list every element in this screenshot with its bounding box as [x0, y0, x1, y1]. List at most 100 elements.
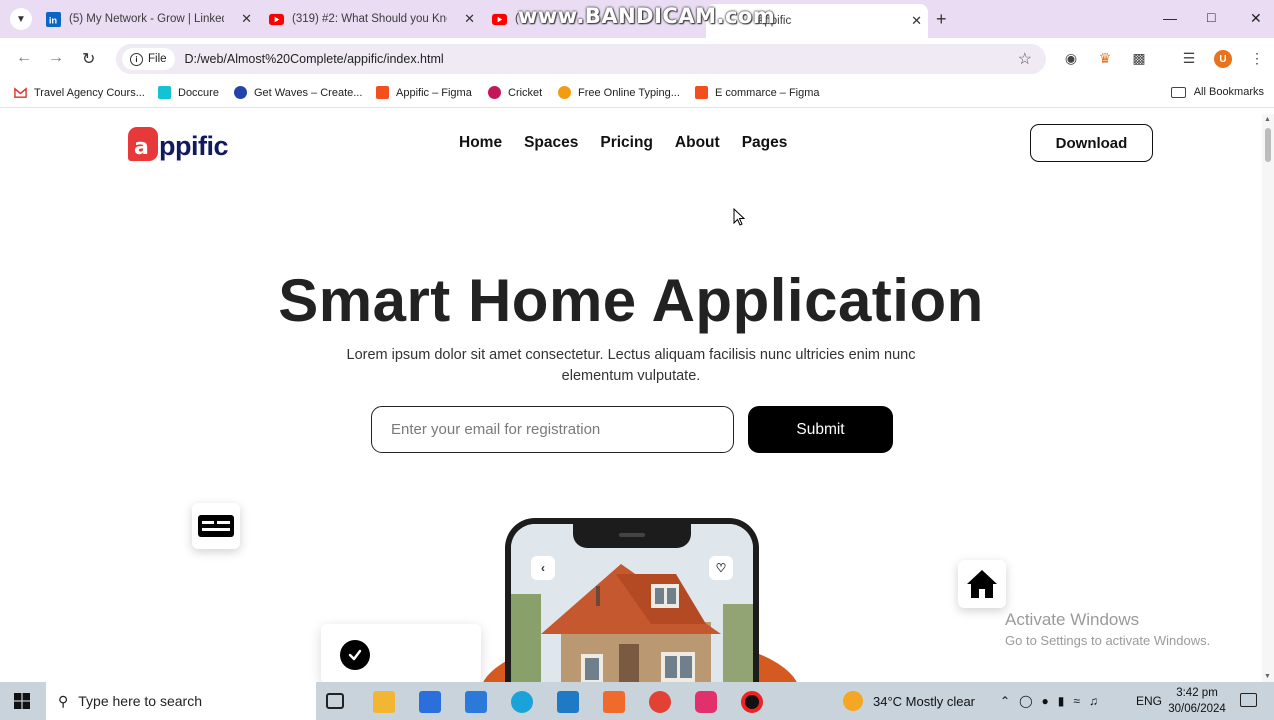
xampp-icon[interactable]	[603, 691, 625, 713]
download-button[interactable]: Download	[1030, 124, 1153, 162]
more-menu-icon[interactable]: ⋮	[1248, 50, 1266, 68]
floating-card-tile	[192, 503, 240, 549]
forward-arrow-icon[interactable]: →	[48, 49, 64, 67]
language-indicator[interactable]: ENG	[1136, 682, 1162, 720]
tray-expand-icon[interactable]: ⌃	[1000, 694, 1010, 708]
weather-text: 34°C Mostly clear	[873, 693, 976, 709]
close-tab-icon[interactable]: ✕	[241, 11, 252, 27]
notifications-icon[interactable]	[1240, 693, 1257, 707]
figma-icon	[376, 86, 389, 99]
bookmark-item[interactable]: Get Waves – Create...	[234, 86, 362, 99]
weather-moon-icon	[843, 691, 863, 711]
bookmark-item[interactable]: Free Online Typing...	[558, 86, 680, 99]
slack-icon[interactable]	[695, 691, 717, 713]
youtube-icon	[269, 13, 284, 25]
nav-home[interactable]: Home	[459, 134, 502, 152]
mouse-cursor-icon	[733, 208, 745, 226]
nav-pages[interactable]: Pages	[742, 134, 788, 152]
window-close-icon[interactable]: ✕	[1250, 10, 1262, 27]
file-explorer-icon[interactable]	[373, 691, 395, 713]
logo-mark: a	[128, 127, 158, 161]
network-tray-icon[interactable]: ◯	[1019, 694, 1032, 708]
bookmark-label: E commarce – Figma	[715, 86, 820, 99]
maximize-icon[interactable]: □	[1207, 9, 1215, 25]
scroll-down-icon[interactable]: ▼	[1264, 673, 1271, 680]
bandicam-watermark: www.BANDICAM.com	[518, 4, 776, 28]
tab-title: (5) My Network - Grow | LinkedIn	[69, 13, 224, 25]
email-input[interactable]	[371, 406, 734, 453]
close-tab-icon[interactable]: ✕	[911, 13, 922, 29]
chrome-icon[interactable]	[649, 691, 671, 713]
new-tab-icon[interactable]: +	[936, 9, 947, 30]
weather-widget[interactable]: 34°C Mostly clear	[843, 682, 975, 720]
mail-icon[interactable]	[465, 691, 487, 713]
heart-icon[interactable]: ♡	[709, 556, 733, 580]
tab-search-button[interactable]: ▼	[10, 8, 32, 30]
browser-toolbar: ← → ↻ i File D:/web/Almost%20Complete/ap…	[0, 38, 1274, 80]
battery-icon[interactable]: ▮	[1058, 694, 1065, 708]
bookmark-label: Get Waves – Create...	[254, 86, 363, 99]
vscode-icon[interactable]	[557, 691, 579, 713]
bookmark-item[interactable]: Doccure	[158, 86, 219, 99]
info-icon: i	[130, 52, 143, 66]
page-scrollbar[interactable]: ▲ ▼	[1262, 114, 1274, 682]
bandicam-icon[interactable]	[741, 691, 763, 713]
volume-icon[interactable]: ♫	[1089, 694, 1098, 708]
system-tray: ⌃ ◯ ● ▮ ≈ ♫	[1000, 682, 1098, 720]
chevron-left-icon[interactable]: ‹	[531, 556, 555, 580]
windows-start-icon[interactable]	[14, 693, 30, 709]
extension-puzzle-icon[interactable]: ♛	[1096, 50, 1114, 68]
nav-spaces[interactable]: Spaces	[524, 134, 578, 152]
card-icon	[198, 515, 234, 537]
cricket-icon	[488, 86, 501, 99]
address-bar[interactable]: i File D:/web/Almost%20Complete/appific/…	[116, 44, 1046, 74]
bookmark-item[interactable]: Appific – Figma	[376, 86, 472, 99]
taskbar-clock[interactable]: 3:42 pm 30/06/2024	[1168, 685, 1226, 717]
nav-about[interactable]: About	[675, 134, 720, 152]
reload-icon[interactable]: ↻	[82, 49, 95, 69]
minimize-icon[interactable]: —	[1163, 10, 1177, 26]
activate-subtitle: Go to Settings to activate Windows.	[1005, 633, 1211, 648]
floating-home-tile	[958, 560, 1006, 608]
scroll-thumb[interactable]	[1265, 128, 1271, 162]
activate-title: Activate Windows	[1005, 610, 1140, 629]
tab-linkedin[interactable]: in (5) My Network - Grow | LinkedIn ✕	[40, 6, 258, 32]
search-icon: ⚲	[58, 692, 69, 709]
home-icon	[967, 570, 997, 598]
bookmark-item[interactable]: Cricket	[488, 86, 542, 99]
bookmark-item[interactable]: E commarce – Figma	[695, 86, 820, 99]
taskbar-search-box[interactable]: ⚲ Type here to search	[46, 682, 316, 720]
site-logo[interactable]: a ppific	[128, 126, 229, 162]
bookmark-item[interactable]: Travel Agency Cours...	[14, 86, 145, 99]
tab-title: appific	[758, 15, 792, 27]
scroll-up-icon[interactable]: ▲	[1264, 116, 1271, 123]
svg-text:in: in	[49, 15, 58, 25]
bookmarks-bar: Travel Agency Cours... Doccure Get Waves…	[0, 80, 1274, 108]
floating-check-card	[321, 624, 481, 682]
submit-button[interactable]: Submit	[748, 406, 893, 453]
wifi-icon[interactable]: ≈	[1073, 694, 1080, 708]
bookmark-label: Travel Agency Cours...	[34, 86, 145, 99]
microphone-icon[interactable]: ●	[1042, 694, 1049, 708]
phone-screen: ‹ ♡	[511, 524, 753, 682]
check-circle-icon	[340, 640, 370, 670]
logo-letter: a	[134, 135, 149, 160]
profile-avatar[interactable]: U	[1214, 50, 1232, 68]
back-arrow-icon[interactable]: ←	[16, 49, 32, 67]
microsoft-store-icon[interactable]	[419, 691, 441, 713]
tab-youtube-1[interactable]: (319) #2: What Should you Know ✕	[263, 6, 481, 32]
close-tab-icon[interactable]: ✕	[464, 11, 475, 27]
all-bookmarks-button[interactable]: All Bookmarks	[1170, 86, 1264, 98]
waves-icon	[234, 86, 247, 99]
url-text[interactable]: D:/web/Almost%20Complete/appific/index.h…	[185, 52, 444, 66]
media-control-icon[interactable]: ☰	[1180, 50, 1198, 68]
task-view-icon[interactable]	[326, 693, 344, 709]
site-info-chip[interactable]: i File	[122, 48, 175, 70]
extensions-icon[interactable]: ▩	[1130, 50, 1148, 68]
edge-icon[interactable]	[511, 691, 533, 713]
camera-icon[interactable]: ◉	[1062, 50, 1080, 68]
bookmark-star-icon[interactable]: ☆	[1018, 49, 1032, 69]
nav-pricing[interactable]: Pricing	[600, 134, 653, 152]
clock-time: 3:42 pm	[1176, 687, 1218, 699]
figma-icon	[695, 86, 708, 99]
